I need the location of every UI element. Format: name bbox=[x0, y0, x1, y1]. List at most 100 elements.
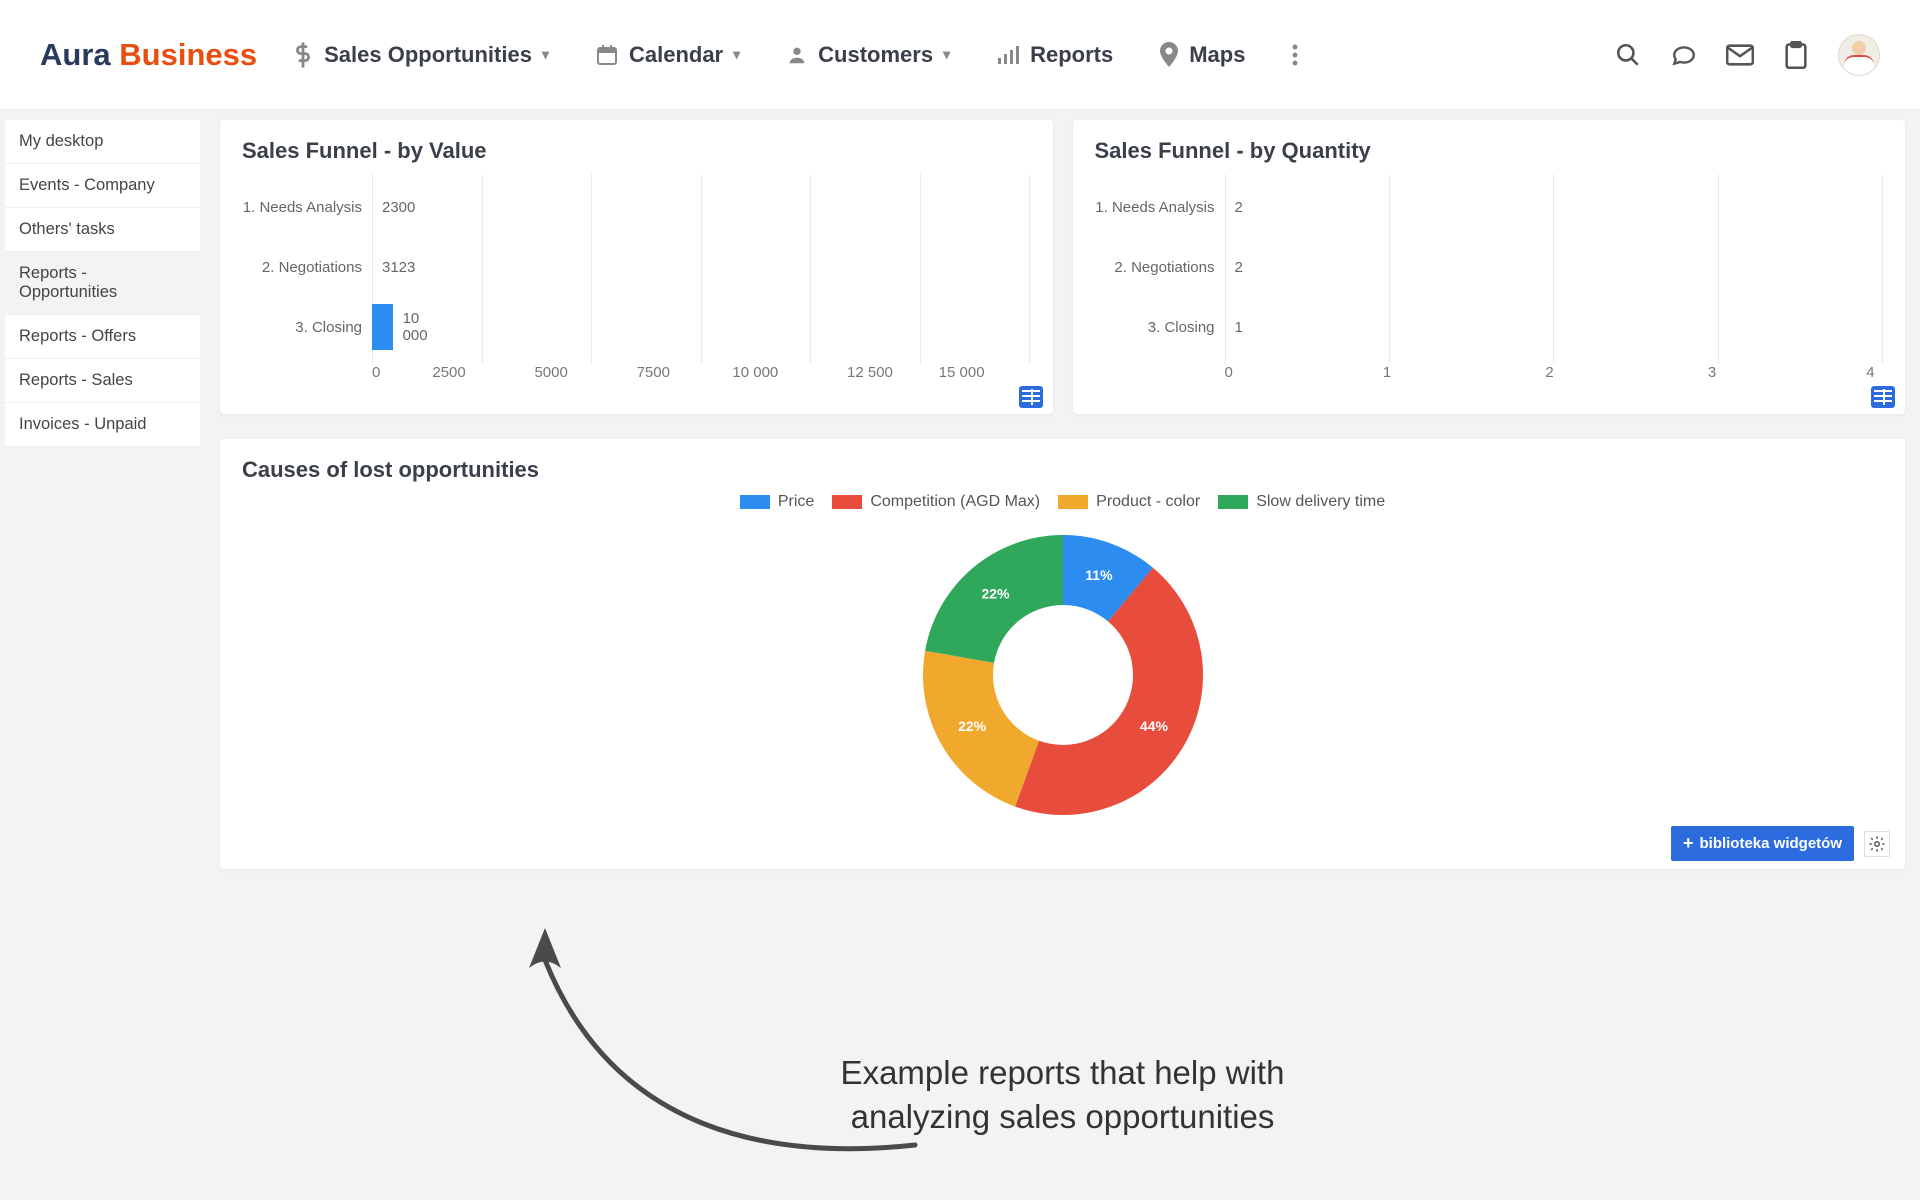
dollar-icon bbox=[292, 41, 314, 69]
table-view-icon[interactable] bbox=[1019, 386, 1043, 408]
chevron-down-icon: ▾ bbox=[733, 46, 740, 63]
bar-row: 2. Negotiations3123 bbox=[372, 244, 415, 290]
x-axis-tick: 3 bbox=[1708, 364, 1716, 394]
nav-reports[interactable]: Reports bbox=[996, 42, 1113, 68]
chevron-down-icon: ▾ bbox=[542, 46, 549, 63]
x-axis-tick: 0 bbox=[372, 364, 380, 394]
sidebar: My desktop Events - Company Others' task… bbox=[0, 110, 205, 1200]
legend-swatch bbox=[1218, 495, 1248, 509]
content-area: My desktop Events - Company Others' task… bbox=[0, 110, 1920, 1200]
donut-slice-label: 22% bbox=[958, 718, 987, 734]
bar-value-label: 3123 bbox=[382, 259, 415, 276]
nav-label: Maps bbox=[1189, 42, 1245, 68]
bar-row: 1. Needs Analysis2300 bbox=[372, 184, 415, 230]
chart-funnel-value: 1. Needs Analysis23002. Negotiations3123… bbox=[242, 174, 1031, 404]
bar-value-label: 10 000 bbox=[403, 310, 428, 344]
logo-part2: Business bbox=[119, 37, 257, 72]
legend-item: Price bbox=[740, 493, 814, 511]
legend-swatch bbox=[740, 495, 770, 509]
settings-button[interactable] bbox=[1864, 831, 1890, 857]
chart-funnel-qty: 1. Needs Analysis22. Negotiations23. Clo… bbox=[1095, 174, 1884, 404]
bar-category-label: 3. Closing bbox=[242, 319, 372, 336]
logo-part1: Aura bbox=[40, 37, 111, 72]
bar-row: 2. Negotiations2 bbox=[1225, 244, 1243, 290]
avatar[interactable] bbox=[1838, 34, 1880, 76]
person-icon bbox=[786, 43, 808, 67]
legend-swatch bbox=[832, 495, 862, 509]
card-funnel-qty: Sales Funnel - by Quantity 1. Needs Anal… bbox=[1073, 120, 1906, 414]
x-axis-tick: 2 bbox=[1545, 364, 1553, 394]
legend-item: Competition (AGD Max) bbox=[832, 493, 1040, 511]
nav-label: Customers bbox=[818, 42, 933, 68]
main-panel: Sales Funnel - by Value 1. Needs Analysi… bbox=[205, 110, 1920, 1200]
chart-legend: Price Competition (AGD Max) Product - colo… bbox=[242, 493, 1883, 511]
sidebar-item-label: Reports - Sales bbox=[19, 371, 133, 389]
x-axis-tick: 1 bbox=[1383, 364, 1391, 394]
table-view-icon[interactable] bbox=[1871, 386, 1895, 408]
map-pin-icon bbox=[1159, 42, 1179, 68]
legend-label: Product - color bbox=[1096, 493, 1200, 511]
legend-label: Price bbox=[778, 493, 814, 511]
sidebar-item-label: Invoices - Unpaid bbox=[19, 415, 146, 433]
nav-label: Calendar bbox=[629, 42, 723, 68]
gear-icon bbox=[1868, 835, 1886, 853]
bar-value-label: 2 bbox=[1235, 259, 1243, 276]
sidebar-item-label: My desktop bbox=[19, 132, 103, 150]
sidebar-item-reports-sales[interactable]: Reports - Sales bbox=[5, 359, 200, 403]
clipboard-icon[interactable] bbox=[1782, 41, 1810, 69]
top-bar: Aura Business Sales Opportunities ▾ Cale… bbox=[0, 0, 1920, 110]
topbar-actions bbox=[1614, 34, 1880, 76]
x-axis-tick: 0 bbox=[1225, 364, 1233, 394]
legend-item: Product - color bbox=[1058, 493, 1200, 511]
sidebar-item-others-tasks[interactable]: Others' tasks bbox=[5, 208, 200, 252]
legend-label: Competition (AGD Max) bbox=[870, 493, 1040, 511]
bar-category-label: 1. Needs Analysis bbox=[242, 199, 372, 216]
nav-calendar[interactable]: Calendar ▾ bbox=[595, 42, 740, 68]
sidebar-item-label: Others' tasks bbox=[19, 220, 115, 238]
annotation-arrow bbox=[495, 900, 935, 1160]
bar-category-label: 3. Closing bbox=[1095, 319, 1225, 336]
bar-fill bbox=[372, 304, 393, 350]
more-vertical-icon bbox=[1291, 43, 1299, 67]
mail-icon[interactable] bbox=[1726, 41, 1754, 69]
x-axis-tick: 7500 bbox=[637, 364, 670, 394]
sidebar-item-label: Events - Company bbox=[19, 176, 155, 194]
donut-slice-label: 44% bbox=[1139, 718, 1168, 734]
bar-row: 3. Closing1 bbox=[1225, 304, 1243, 350]
card-title: Sales Funnel - by Quantity bbox=[1095, 138, 1884, 164]
card-title: Sales Funnel - by Value bbox=[242, 138, 1031, 164]
nav-label: Reports bbox=[1030, 42, 1113, 68]
x-axis-tick: 15 000 bbox=[939, 364, 985, 394]
card-lost-causes: Causes of lost opportunities PriceCompet… bbox=[220, 439, 1905, 869]
nav-sales-opportunities[interactable]: Sales Opportunities ▾ bbox=[292, 41, 549, 69]
bar-row: 1. Needs Analysis2 bbox=[1225, 184, 1243, 230]
chat-icon[interactable] bbox=[1670, 41, 1698, 69]
plus-icon: + bbox=[1683, 833, 1694, 854]
bar-category-label: 2. Negotiations bbox=[1095, 259, 1225, 276]
bar-chart-icon bbox=[996, 44, 1020, 66]
chart-lost-causes: 11% 44% 22% 22% bbox=[242, 525, 1883, 825]
donut-slice-label: 11% bbox=[1085, 567, 1113, 583]
annotation-text: Example reports that help withanalyzing … bbox=[841, 1051, 1285, 1140]
x-axis-tick: 12 500 bbox=[847, 364, 893, 394]
x-axis-tick: 10 000 bbox=[732, 364, 778, 394]
nav-maps[interactable]: Maps bbox=[1159, 42, 1245, 68]
main-nav: Sales Opportunities ▾ Calendar ▾ Custome… bbox=[292, 41, 1614, 69]
sidebar-item-my-desktop[interactable]: My desktop bbox=[5, 120, 200, 164]
nav-customers[interactable]: Customers ▾ bbox=[786, 42, 950, 68]
legend-item: Slow delivery time bbox=[1218, 493, 1385, 511]
sidebar-item-invoices-unpaid[interactable]: Invoices - Unpaid bbox=[5, 403, 200, 447]
calendar-icon bbox=[595, 43, 619, 67]
donut-slice-label: 22% bbox=[981, 585, 1010, 601]
widget-button-label: biblioteka widgetów bbox=[1699, 835, 1842, 852]
sidebar-item-reports-offers[interactable]: Reports - Offers bbox=[5, 315, 200, 359]
x-axis-tick: 2500 bbox=[432, 364, 465, 394]
search-icon[interactable] bbox=[1614, 41, 1642, 69]
bar-value-label: 2300 bbox=[382, 199, 415, 216]
widget-library-button[interactable]: + biblioteka widgetów bbox=[1671, 826, 1854, 861]
sidebar-item-events-company[interactable]: Events - Company bbox=[5, 164, 200, 208]
bar-value-label: 2 bbox=[1235, 199, 1243, 216]
sidebar-item-reports-opportunities[interactable]: Reports - Opportunities bbox=[5, 252, 200, 315]
bar-value-label: 1 bbox=[1235, 319, 1243, 336]
nav-more[interactable] bbox=[1291, 43, 1299, 67]
